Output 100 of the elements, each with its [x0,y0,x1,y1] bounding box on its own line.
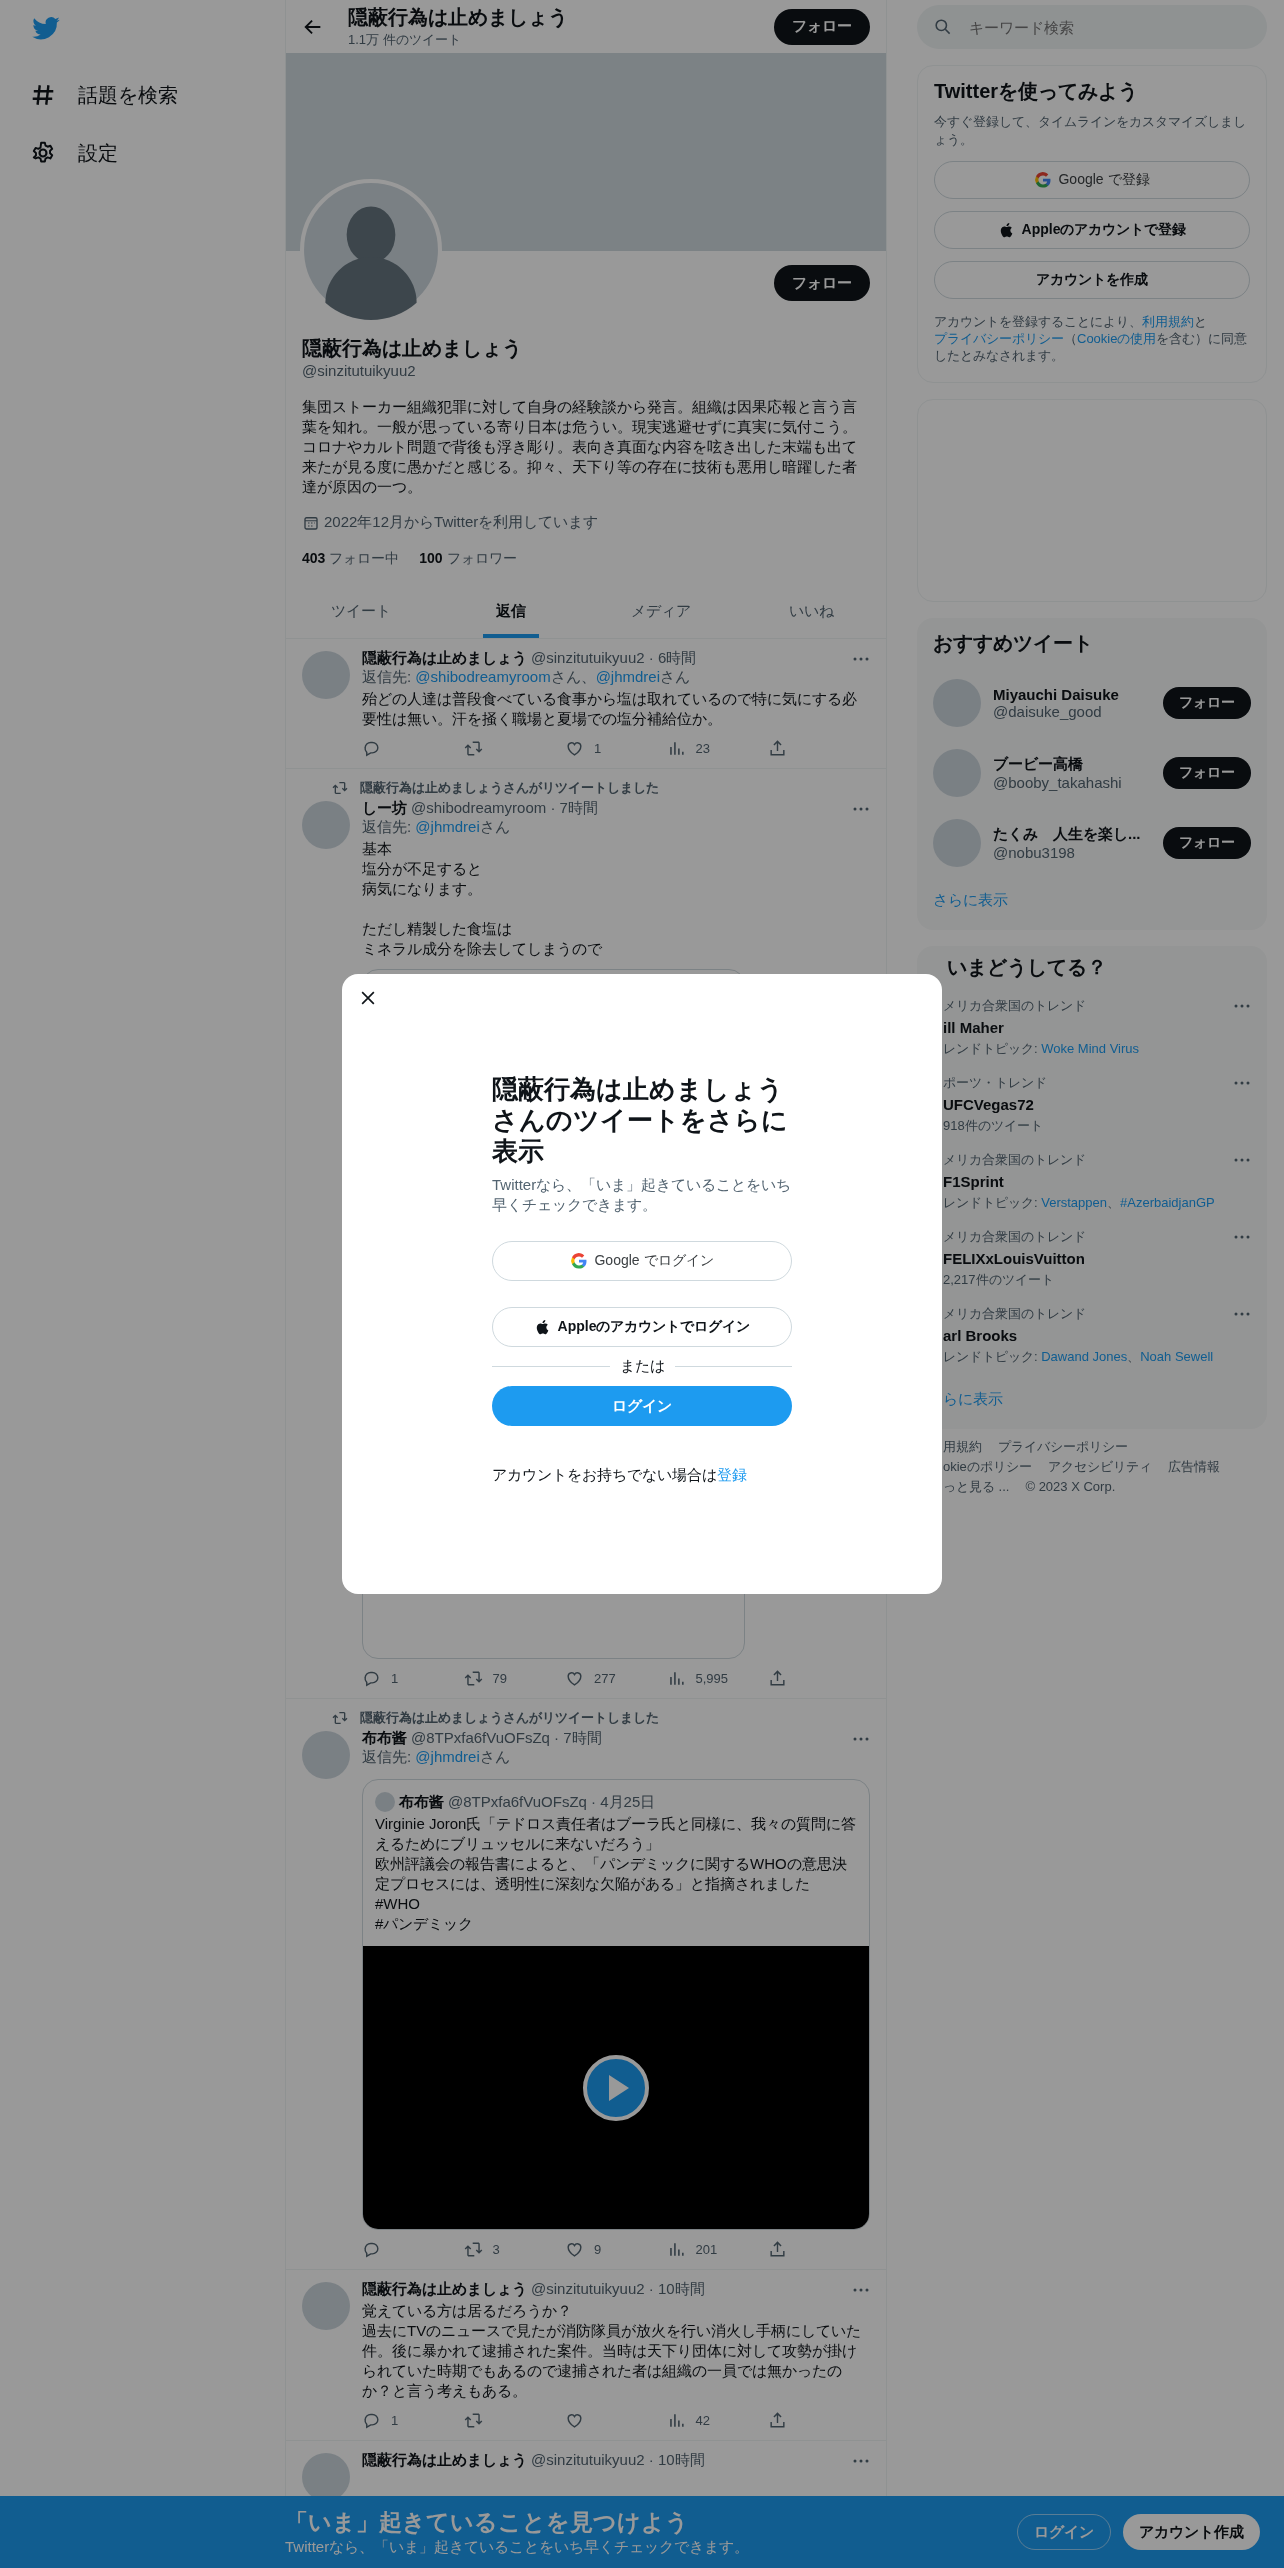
tweet-count: 1.1万 件のツイート [348,31,462,49]
more-icon[interactable] [852,1735,870,1742]
nav-item[interactable]: 話題を検索 [30,66,285,124]
follow-button[interactable]: フォロー [1163,827,1251,859]
signup-button[interactable]: Appleのアカウントで登録 [934,211,1250,249]
quoted-tweet[interactable]: 布布酱 @8TPxfa6fVuOFsZq · 4月25日 Virginie Joron氏「テドロス責任者はブーラ氏と同様に、我々の質問に答えるためにブリュッセルに来ないだろう」 欧州評議会の報告書によると、「パンデミックに関するWHOの意思決定プロセスには、透明性に深刻な欠陥がある」と指摘されました #WHO #パンデミック [362,1779,870,2230]
trend-context: メリカ合衆国のトレンド [943,1305,1086,1323]
signup-button[interactable]: アカウント作成 [1123,2514,1260,2550]
follow-button[interactable]: フォロー [774,8,870,45]
divider-label: または [619,1357,665,1376]
retweet-icon[interactable] [463,1669,483,1688]
more-icon[interactable] [852,655,870,662]
reply-context: 返信先: @shibodreamyroomさん、@jhmdreiさん [362,668,692,687]
retweet-icon[interactable] [463,2411,483,2430]
author-name: 布布酱 [399,1792,444,1812]
share-icon[interactable] [768,2411,787,2430]
share-icon[interactable] [768,1669,787,1688]
footer-link[interactable]: っと見る ... [943,1477,1010,1497]
author-name[interactable]: 隠蔽行為は止めましょう [362,2280,527,2299]
retweet-notice: 隠蔽行為は止めましょうさんがリツイートしました [360,779,659,797]
follow-button[interactable]: フォロー [1163,687,1251,719]
retweet-notice: 隠蔽行為は止めましょうさんがリツイートしました [360,1709,659,1727]
more-icon[interactable] [1233,1003,1251,1009]
trend-title[interactable]: F1Sprint [943,1173,1251,1190]
banner-title: 「いま」起きていることを見つけよう [285,2508,690,2537]
dialog-title: 隠蔽行為は止めましょうさんのツイートをさらに表示 [492,1074,789,1167]
user-name[interactable]: たくみ 人生を楽し... [993,825,1151,844]
more-icon[interactable] [852,2457,870,2464]
retweet-icon[interactable] [463,2240,483,2259]
reply-context: 返信先: @jhmdreiさん [362,1748,511,1767]
retweet-icon[interactable] [463,739,483,758]
trend-detail: レンドトピック: Woke Mind Virus [943,1040,1140,1058]
follow-button[interactable]: フォロー [774,265,870,301]
heart-icon[interactable] [565,2411,584,2430]
stat-count: 5,995 [695,1671,729,1686]
follow-button[interactable]: フォロー [1163,757,1251,789]
more-icon[interactable] [1233,1234,1251,1240]
signup-button[interactable]: Google で登録 [934,161,1250,199]
google-icon [570,1252,589,1270]
author-name[interactable]: 隠蔽行為は止めましょう [362,2451,527,2470]
play-icon[interactable] [582,2053,650,2122]
tweet-meta: @shibodreamyroom · 7時間 [411,799,599,818]
trend-title[interactable]: ill Maher [943,1019,1251,1036]
stat-count: 9 [594,2242,602,2257]
more-icon[interactable] [1233,1311,1251,1317]
more-icon[interactable] [1233,1157,1251,1163]
trend-detail: 918件のツイート [943,1117,1044,1135]
footer-link[interactable]: アクセシビリティ [1047,1457,1152,1477]
stat-count: 42 [695,2413,710,2428]
reply-icon[interactable] [362,2240,381,2259]
user-name[interactable]: ブービー高橋 [993,755,1151,774]
following-count[interactable]: 403 フォロー中 [302,550,400,568]
more-icon[interactable] [852,2286,870,2293]
heart-icon[interactable] [565,2240,584,2259]
heart-icon[interactable] [565,1669,584,1688]
search-field[interactable]: キーワード検索 [917,5,1267,49]
stat-count: 201 [695,2242,718,2257]
reply-icon[interactable] [362,1669,381,1688]
stat-count: 3 [492,2242,500,2257]
profile-tab[interactable]: メディア [586,586,736,638]
footer-link[interactable]: 用規約 [943,1437,982,1457]
tweet-meta: @8TPxfa6fVuOFsZq · 7時間 [411,1729,603,1748]
reply-icon[interactable] [362,2411,381,2430]
author-name[interactable]: 布布酱 [362,1729,407,1748]
tweet-text: 覚えている方は居るだろうか？ 過去にTVのニュースで見たが消防隊員が放火を行い消火し手柄にしていた件。後に暴かれて逮捕された案件。当時は天下り団体に対して攻勢が掛けられていた時期でもあるので逮捕された者は組織の一員では無かったのか？と言う考えもある。 [362,2301,863,2401]
trend-title[interactable]: FELIXxLouisVuitton [943,1250,1251,1267]
author-name[interactable]: しー坊 [362,799,407,818]
login-option-button[interactable]: Google でログイン [492,1241,792,1281]
trend-detail: 2,217件のツイート [943,1271,1055,1289]
footer-link[interactable]: 広告情報 [1167,1457,1220,1477]
profile-tab[interactable]: ツイート [286,586,436,638]
login-option-button[interactable]: Appleのアカウントでログイン [492,1307,792,1347]
profile-handle: @sinzitutuikyuu2 [302,362,417,379]
signup-prompt: アカウントをお持ちでない場合は登録 [492,1466,748,1485]
footer-link[interactable]: okieのポリシー [943,1457,1032,1477]
more-icon[interactable] [852,805,870,812]
trend-title[interactable]: UFCVegas72 [943,1096,1251,1113]
profile-tab[interactable]: いいね [736,586,886,638]
reply-icon[interactable] [362,739,381,758]
legal-text: アカウントを登録することにより、利用規約 と プライバシーポリシー（Cookieの使用を含む）に同意したとみなされます。 [934,313,1249,364]
share-icon[interactable] [768,739,787,758]
share-icon[interactable] [768,2240,787,2259]
trend-title[interactable]: arl Brooks [943,1327,1251,1344]
tweet-meta: @8TPxfa6fVuOFsZq · 4月25日 [448,1792,657,1812]
author-name[interactable]: 隠蔽行為は止めましょう [362,649,527,668]
user-name[interactable]: Miyauchi Daisuke [993,686,1151,703]
dialog-subtitle: Twitterなら、「いま」起きていることをいち早くチェックできます。 [492,1175,792,1215]
hashtag-icon [30,82,56,108]
nav-item[interactable]: 設定 [30,124,285,182]
more-icon[interactable] [1233,1080,1251,1086]
footer-link[interactable]: プライバシーポリシー [998,1437,1128,1457]
trend-context: メリカ合衆国のトレンド [943,1228,1086,1246]
heart-icon[interactable] [565,739,584,758]
signup-button[interactable]: アカウントを作成 [934,261,1250,299]
trend-context: メリカ合衆国のトレンド [943,1151,1086,1169]
stat-count: 1 [391,2413,399,2428]
tweet-text: 殆どの人達は普段食べている食事から塩は取れているので特に気にする必要性は無い。汗を掻く職場と夏場での塩分補給位か。 [362,689,858,729]
section-title: いまどうしてる？ [946,955,1108,980]
retweet-icon [332,780,348,796]
followers-count[interactable]: 100 フォロワー [419,550,517,568]
